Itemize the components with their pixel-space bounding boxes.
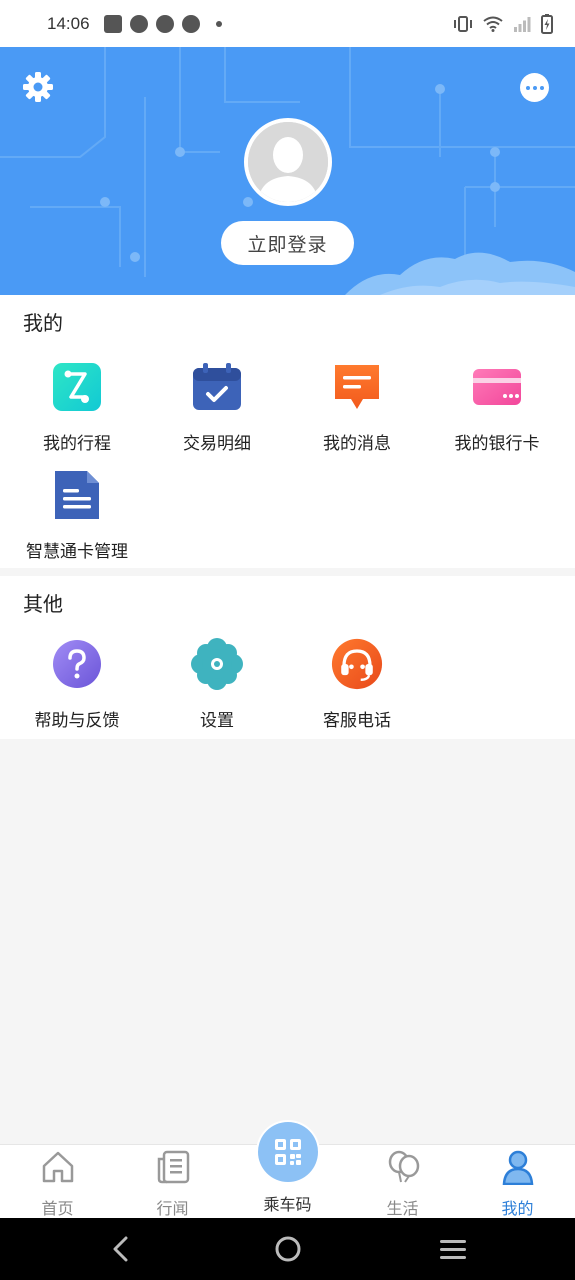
profile-icon <box>502 1150 533 1186</box>
shopping-bag-icon <box>103 14 122 33</box>
system-status-icons <box>453 13 553 34</box>
item-label: 我的银行卡 <box>454 434 540 454</box>
nav-label: 乘车码 <box>263 1195 312 1214</box>
recent-apps-menu-icon[interactable] <box>437 1233 469 1265</box>
qr-code-icon <box>275 1139 301 1165</box>
app-notification-icon <box>129 14 148 33</box>
battery-charging-icon <box>541 13 553 34</box>
default-user-silhouette-icon <box>248 122 328 202</box>
document-icon <box>55 471 99 519</box>
dot-icon <box>532 85 537 90</box>
calendar-check-icon <box>193 363 241 410</box>
settings-item[interactable]: 设置 <box>147 638 287 731</box>
wifi-icon <box>483 16 503 32</box>
more-options-button[interactable] <box>520 73 549 102</box>
signal-icon <box>514 16 531 32</box>
login-button[interactable]: 立即登录 <box>221 221 354 265</box>
nav-home[interactable]: 首页 <box>0 1145 115 1219</box>
dot-icon <box>525 85 530 90</box>
item-label: 智慧通卡管理 <box>26 542 128 562</box>
help-feedback-item[interactable]: 帮助与反馈 <box>7 638 147 731</box>
home-circle-icon[interactable] <box>272 1233 304 1265</box>
profile-screen: 14:06 立即登录 我的 我的行程 交易明细 我的消息 我的银行卡 智慧通卡管… <box>0 0 575 1280</box>
item-label: 设置 <box>200 711 234 731</box>
ride-code-button[interactable] <box>258 1122 318 1182</box>
item-label: 客服电话 <box>323 711 391 731</box>
settings-flower-icon <box>191 638 243 690</box>
my-services-section: 我的 我的行程 交易明细 我的消息 我的银行卡 智慧通卡管理 <box>0 295 575 568</box>
section-title: 我的 <box>23 311 63 335</box>
nav-life[interactable]: 生活 <box>345 1145 460 1219</box>
balloons-icon <box>388 1150 419 1183</box>
nav-mine[interactable]: 我的 <box>460 1145 575 1219</box>
other-services-section: 其他 帮助与反馈 设置 客服电话 <box>0 576 575 739</box>
app-notification-icon <box>155 14 174 33</box>
notification-icons <box>103 14 222 33</box>
section-title: 其他 <box>23 592 63 616</box>
smart-card-management-item[interactable]: 智慧通卡管理 <box>7 469 147 562</box>
message-bubble-icon <box>335 365 379 409</box>
system-navigation-bar <box>0 1218 575 1280</box>
avatar[interactable] <box>244 118 332 206</box>
nav-label: 行闻 <box>156 1199 189 1218</box>
nav-label: 我的 <box>501 1199 534 1218</box>
item-label: 交易明细 <box>183 434 251 454</box>
status-bar: 14:06 <box>0 0 575 47</box>
my-trips-item[interactable]: 我的行程 <box>7 361 147 454</box>
news-icon <box>157 1150 189 1184</box>
help-question-icon <box>53 640 101 688</box>
bank-card-icon <box>473 369 521 405</box>
settings-gear-icon[interactable] <box>22 71 54 103</box>
transaction-details-item[interactable]: 交易明细 <box>147 361 287 454</box>
trip-route-icon <box>53 363 101 411</box>
nav-news[interactable]: 行闻 <box>115 1145 230 1219</box>
nav-label: 生活 <box>386 1199 419 1218</box>
nav-label: 首页 <box>41 1199 74 1218</box>
dot-icon <box>539 85 544 90</box>
more-notifications-dot-icon <box>215 20 222 27</box>
my-messages-item[interactable]: 我的消息 <box>287 361 427 454</box>
profile-header-banner: 立即登录 <box>0 47 575 295</box>
item-label: 我的消息 <box>323 434 391 454</box>
my-bank-card-item[interactable]: 我的银行卡 <box>427 361 567 454</box>
item-label: 帮助与反馈 <box>34 711 120 731</box>
item-label: 我的行程 <box>43 434 111 454</box>
vibrate-icon <box>454 15 472 32</box>
app-notification-icon <box>181 14 200 33</box>
customer-service-item[interactable]: 客服电话 <box>287 638 427 731</box>
customer-service-headset-icon <box>331 638 383 690</box>
home-icon <box>42 1151 73 1183</box>
back-icon[interactable] <box>105 1233 137 1265</box>
status-time: 14:06 <box>47 13 90 33</box>
